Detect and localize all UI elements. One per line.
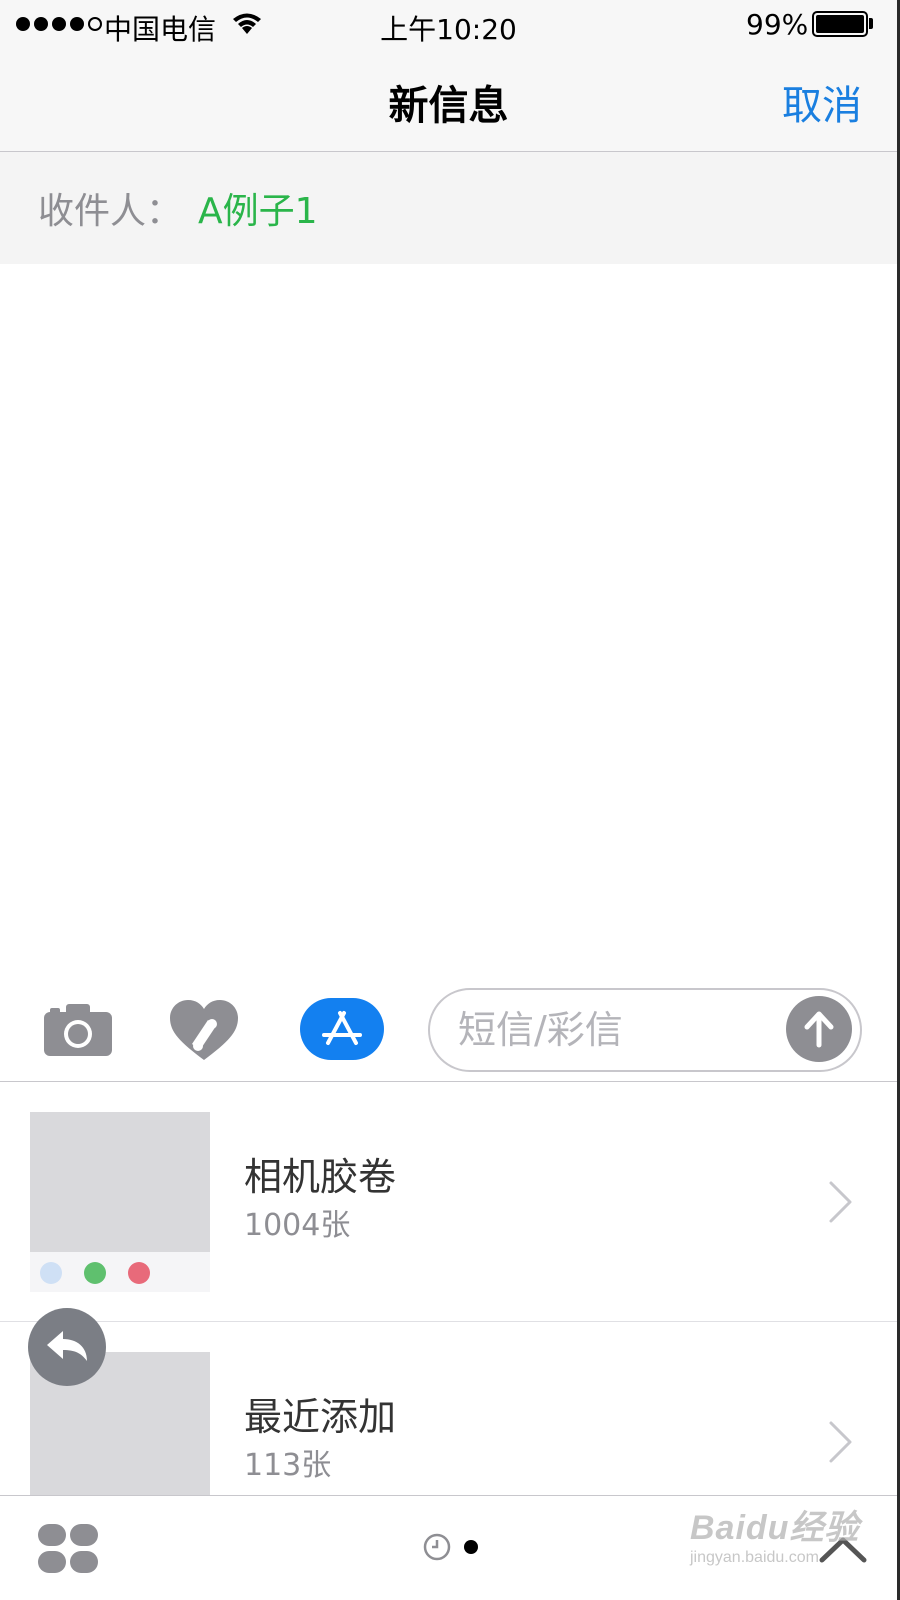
recipient-label: 收件人： (38, 191, 183, 232)
floating-back-button[interactable] (28, 1308, 106, 1386)
album-row[interactable]: 最近添加 113张 (0, 1322, 897, 1495)
message-input-field[interactable] (428, 988, 862, 1072)
battery-fill (816, 15, 864, 33)
message-thread-area (0, 264, 897, 968)
page-dot (464, 1540, 478, 1554)
watermark-sub: jingyan.baidu.com (690, 1549, 819, 1566)
clock-icon (423, 1533, 451, 1561)
thumbnail-detail (84, 1262, 106, 1284)
send-button[interactable] (786, 996, 852, 1062)
album-name: 相机胶卷 (244, 1155, 397, 1199)
send-arrow-up-icon (804, 1011, 834, 1048)
baidu-watermark: Baidu经验 jingyan.baidu.com (690, 1500, 859, 1567)
chevron-right-icon (829, 1421, 852, 1463)
reply-arrow-icon (47, 1331, 87, 1361)
album-count: 113张 (244, 1448, 332, 1483)
cancel-button[interactable]: 取消 (782, 73, 862, 131)
app-drawer-icon[interactable] (38, 1524, 100, 1574)
message-input[interactable] (458, 1002, 778, 1058)
album-row[interactable]: 相机胶卷 1004张 (0, 1082, 897, 1322)
battery-icon (812, 11, 868, 37)
thumbnail-detail (40, 1262, 62, 1284)
navigation-bar: 新信息 取消 (0, 50, 897, 152)
battery-tip (869, 18, 873, 29)
page-title: 新信息 (388, 83, 509, 129)
recipient-token[interactable]: A例子1 (198, 182, 318, 234)
photo-album-list: 相机胶卷 1004张 最近添加 113张 (0, 1082, 897, 1495)
digital-touch-heart-icon[interactable] (170, 1000, 238, 1062)
app-store-icon (322, 1011, 362, 1045)
chevron-right-icon (829, 1181, 852, 1223)
thumbnail-detail (128, 1262, 150, 1284)
battery-percent: 99% (746, 8, 809, 41)
composer-toolbar (0, 968, 897, 1082)
album-count: 1004张 (244, 1208, 351, 1243)
camera-icon[interactable] (44, 1002, 112, 1056)
album-thumbnail (30, 1112, 210, 1292)
page-indicator[interactable] (422, 1532, 478, 1562)
recipient-field[interactable]: 收件人： A例子1 (0, 152, 897, 264)
app-store-button[interactable] (300, 998, 384, 1060)
album-name: 最近添加 (244, 1395, 397, 1439)
watermark-main: Baidu经验 (690, 1509, 860, 1547)
status-bar: 中国电信 上午10:20 99% (0, 0, 897, 50)
